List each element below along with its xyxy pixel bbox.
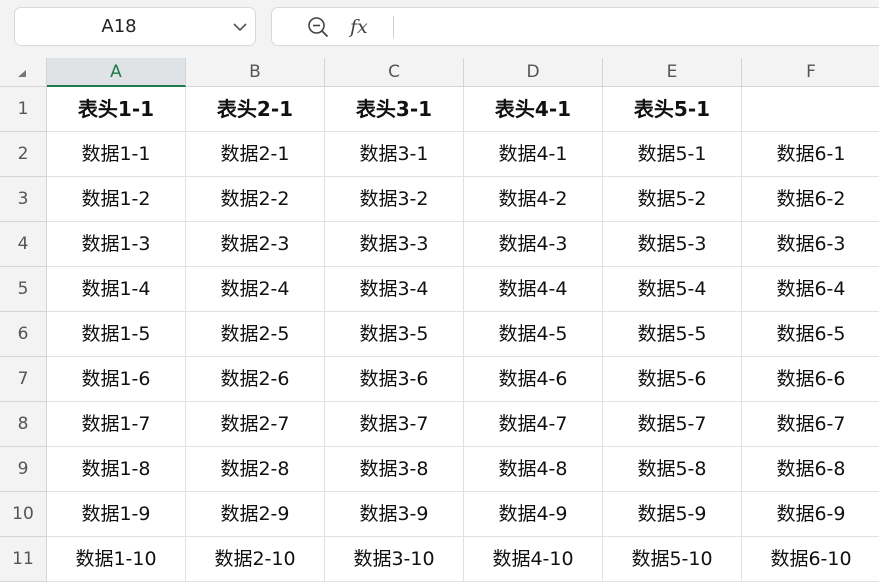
spreadsheet-grid: A B C D E F 1 表头1-1 表头2-1 表头3-1 表头4-1 表头5-1 2 数据1-1 数据… — [0, 58, 879, 585]
cell-c11[interactable]: 数据3-10 — [325, 537, 464, 582]
column-header-d[interactable]: D — [464, 58, 603, 87]
column-header-c[interactable]: C — [325, 58, 464, 87]
formula-input[interactable] — [402, 9, 876, 46]
select-all-icon — [18, 70, 26, 77]
cell-b10[interactable]: 数据2-9 — [186, 492, 325, 537]
cell-a11[interactable]: 数据1-10 — [47, 537, 186, 582]
cell-f6[interactable]: 数据6-5 — [742, 312, 879, 357]
cell-c4[interactable]: 数据3-3 — [325, 222, 464, 267]
cell-f11[interactable]: 数据6-10 — [742, 537, 879, 582]
cell-d3[interactable]: 数据4-2 — [464, 177, 603, 222]
cell-c2[interactable]: 数据3-1 — [325, 132, 464, 177]
cell-b5[interactable]: 数据2-4 — [186, 267, 325, 312]
cell-a5[interactable]: 数据1-4 — [47, 267, 186, 312]
cell-c10[interactable]: 数据3-9 — [325, 492, 464, 537]
cell-e8[interactable]: 数据5-7 — [603, 402, 742, 447]
cell-e11[interactable]: 数据5-10 — [603, 537, 742, 582]
cell-f4[interactable]: 数据6-3 — [742, 222, 879, 267]
cell-d4[interactable]: 数据4-3 — [464, 222, 603, 267]
cell-a8[interactable]: 数据1-7 — [47, 402, 186, 447]
column-header-a[interactable]: A — [47, 58, 186, 87]
cell-d5[interactable]: 数据4-4 — [464, 267, 603, 312]
cell-b11[interactable]: 数据2-10 — [186, 537, 325, 582]
cell-f8[interactable]: 数据6-7 — [742, 402, 879, 447]
cell-d8[interactable]: 数据4-7 — [464, 402, 603, 447]
cell-e7[interactable]: 数据5-6 — [603, 357, 742, 402]
cell-a4[interactable]: 数据1-3 — [47, 222, 186, 267]
row-header-5[interactable]: 5 — [0, 267, 47, 312]
cell-b8[interactable]: 数据2-7 — [186, 402, 325, 447]
cell-a2[interactable]: 数据1-1 — [47, 132, 186, 177]
name-box-value[interactable]: A18 — [15, 8, 223, 45]
cell-d2[interactable]: 数据4-1 — [464, 132, 603, 177]
cell-b4[interactable]: 数据2-3 — [186, 222, 325, 267]
column-header-f[interactable]: F — [742, 58, 879, 87]
toolbar: A18 fx — [0, 0, 879, 58]
cell-f9[interactable]: 数据6-8 — [742, 447, 879, 492]
cell-f7[interactable]: 数据6-6 — [742, 357, 879, 402]
row-header-9[interactable]: 9 — [0, 447, 47, 492]
column-header-e[interactable]: E — [603, 58, 742, 87]
row-header-4[interactable]: 4 — [0, 222, 47, 267]
cell-d7[interactable]: 数据4-6 — [464, 357, 603, 402]
cell-c6[interactable]: 数据3-5 — [325, 312, 464, 357]
cell-f10[interactable]: 数据6-9 — [742, 492, 879, 537]
row-header-2[interactable]: 2 — [0, 132, 47, 177]
cell-d10[interactable]: 数据4-9 — [464, 492, 603, 537]
cell-d9[interactable]: 数据4-8 — [464, 447, 603, 492]
formula-bar: fx — [271, 7, 879, 46]
cell-b7[interactable]: 数据2-6 — [186, 357, 325, 402]
row-header-11[interactable]: 11 — [0, 537, 47, 582]
cell-c3[interactable]: 数据3-2 — [325, 177, 464, 222]
cell-a1[interactable]: 表头1-1 — [47, 87, 186, 132]
cell-b2[interactable]: 数据2-1 — [186, 132, 325, 177]
cell-b1[interactable]: 表头2-1 — [186, 87, 325, 132]
row-header-10[interactable]: 10 — [0, 492, 47, 537]
row-header-1[interactable]: 1 — [0, 87, 47, 132]
column-header-b[interactable]: B — [186, 58, 325, 87]
cell-e5[interactable]: 数据5-4 — [603, 267, 742, 312]
zoom-out-icon[interactable] — [307, 16, 329, 38]
cell-a6[interactable]: 数据1-5 — [47, 312, 186, 357]
cell-c7[interactable]: 数据3-6 — [325, 357, 464, 402]
cell-f3[interactable]: 数据6-2 — [742, 177, 879, 222]
cell-d6[interactable]: 数据4-5 — [464, 312, 603, 357]
cell-e4[interactable]: 数据5-3 — [603, 222, 742, 267]
cell-d11[interactable]: 数据4-10 — [464, 537, 603, 582]
cell-b9[interactable]: 数据2-8 — [186, 447, 325, 492]
cell-a3[interactable]: 数据1-2 — [47, 177, 186, 222]
row-header-8[interactable]: 8 — [0, 402, 47, 447]
cell-d1[interactable]: 表头4-1 — [464, 87, 603, 132]
name-box[interactable]: A18 — [14, 7, 256, 46]
select-all-corner[interactable] — [0, 58, 47, 87]
cell-b3[interactable]: 数据2-2 — [186, 177, 325, 222]
cell-e1[interactable]: 表头5-1 — [603, 87, 742, 132]
cell-a7[interactable]: 数据1-6 — [47, 357, 186, 402]
cell-e9[interactable]: 数据5-8 — [603, 447, 742, 492]
chevron-down-icon[interactable] — [233, 22, 247, 32]
row-header-6[interactable]: 6 — [0, 312, 47, 357]
cell-e2[interactable]: 数据5-1 — [603, 132, 742, 177]
cell-f2[interactable]: 数据6-1 — [742, 132, 879, 177]
cell-a10[interactable]: 数据1-9 — [47, 492, 186, 537]
fx-icon[interactable]: fx — [350, 13, 368, 41]
cell-b6[interactable]: 数据2-5 — [186, 312, 325, 357]
cell-f1[interactable] — [742, 87, 879, 132]
cell-f5[interactable]: 数据6-4 — [742, 267, 879, 312]
formula-bar-divider — [393, 16, 394, 38]
cell-c8[interactable]: 数据3-7 — [325, 402, 464, 447]
cell-a9[interactable]: 数据1-8 — [47, 447, 186, 492]
row-header-3[interactable]: 3 — [0, 177, 47, 222]
cell-e6[interactable]: 数据5-5 — [603, 312, 742, 357]
cell-e3[interactable]: 数据5-2 — [603, 177, 742, 222]
cell-c9[interactable]: 数据3-8 — [325, 447, 464, 492]
cell-c5[interactable]: 数据3-4 — [325, 267, 464, 312]
cell-c1[interactable]: 表头3-1 — [325, 87, 464, 132]
row-header-7[interactable]: 7 — [0, 357, 47, 402]
cell-e10[interactable]: 数据5-9 — [603, 492, 742, 537]
